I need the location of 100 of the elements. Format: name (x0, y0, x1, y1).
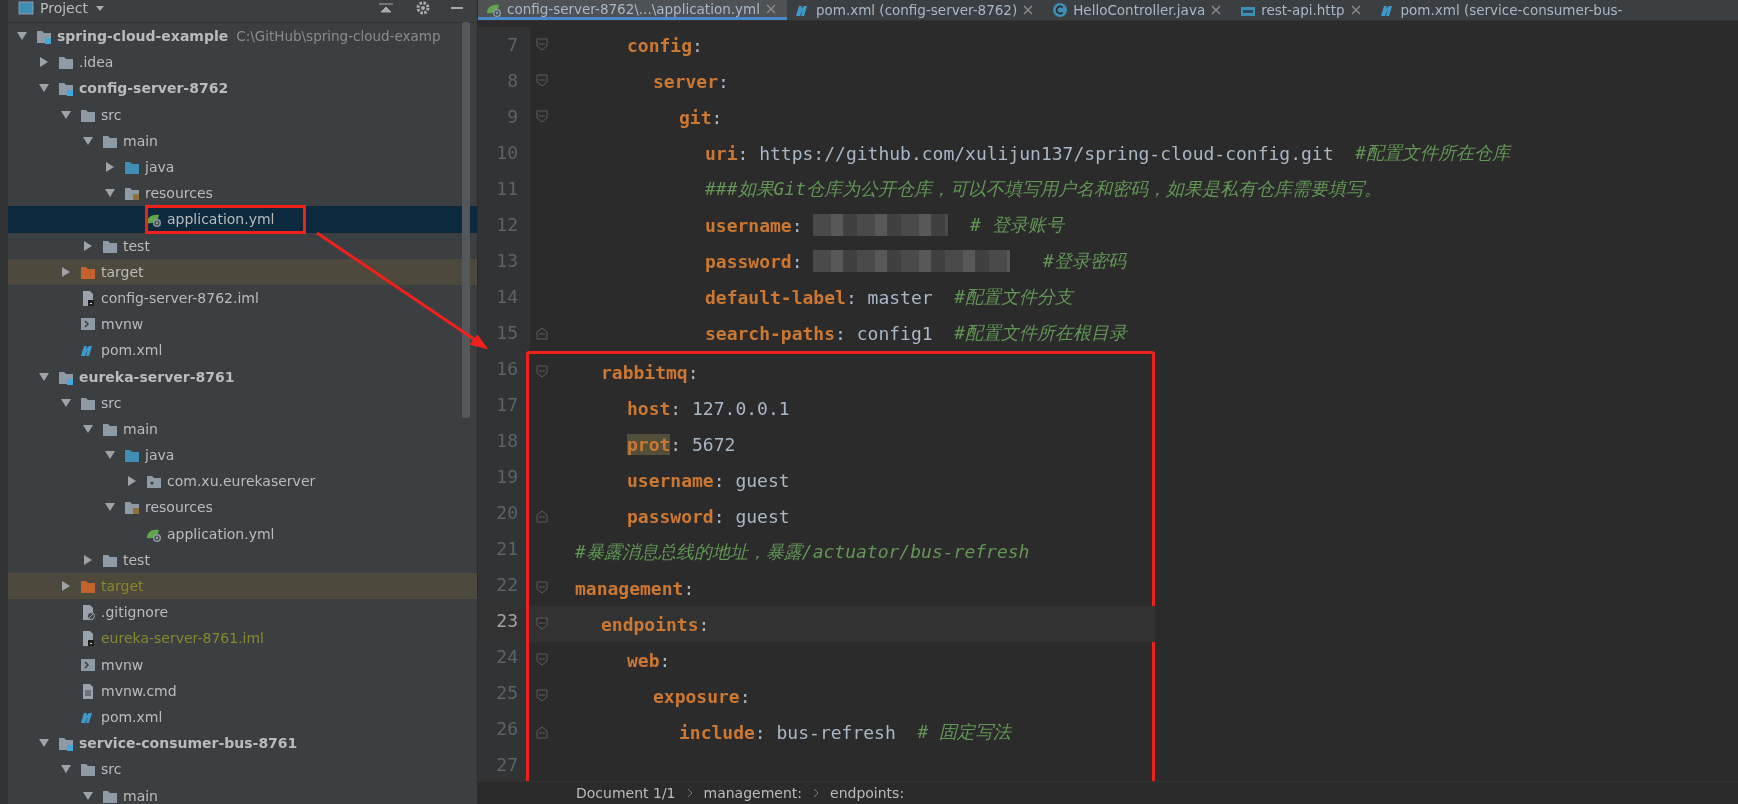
tree-row[interactable]: eureka-server-8761 (8, 363, 477, 390)
tree-row[interactable]: pom.xml (8, 337, 477, 364)
code-text: management: (575, 577, 695, 599)
scrollbar[interactable] (462, 22, 470, 418)
tree-row[interactable]: .gitignore (8, 599, 477, 626)
expanded-arrow-icon[interactable] (82, 789, 94, 802)
project-path: C:\GitHub\spring-cloud-examp (236, 28, 441, 45)
expanded-arrow-icon[interactable] (60, 396, 72, 409)
tree-item[interactable]: application.yml (167, 525, 275, 542)
close-icon[interactable] (1022, 4, 1035, 16)
collapse-icon[interactable] (377, 1, 395, 15)
tree-item[interactable]: config-server-8762 (79, 80, 229, 97)
tree-item[interactable]: eureka-server-8761 (79, 368, 235, 385)
folder-icon (124, 159, 140, 176)
code-text: exposure: (653, 685, 751, 707)
breadcrumb[interactable]: Document 1/1 (576, 785, 676, 801)
close-icon[interactable] (1210, 4, 1223, 16)
expanded-arrow-icon[interactable] (38, 370, 50, 383)
tree-row[interactable]: application.yml (8, 520, 477, 547)
tree-row[interactable]: java (8, 153, 477, 181)
tree-item[interactable]: src (101, 761, 122, 778)
collapsed-arrow-icon[interactable] (104, 161, 116, 174)
close-icon[interactable] (764, 2, 777, 15)
tree-item[interactable]: pom.xml (101, 342, 163, 359)
settings-icon[interactable] (415, 0, 431, 16)
folder-icon (80, 761, 96, 778)
tree-row[interactable]: test (8, 232, 477, 259)
tree-row[interactable]: config-server-8762.iml (8, 284, 477, 312)
tree-item[interactable]: src (101, 106, 122, 123)
tree-row[interactable]: service-consumer-bus-8761 (8, 730, 477, 757)
tree-row[interactable]: main (8, 415, 477, 442)
tree-row[interactable]: main (8, 127, 477, 154)
tree-row[interactable]: eureka-server-8761.iml (8, 625, 477, 652)
tree-row[interactable]: .idea (8, 49, 477, 76)
tree-item[interactable]: test (123, 237, 150, 254)
tree-item[interactable]: java (145, 447, 175, 464)
tree-item[interactable]: mvnw.cmd (101, 682, 177, 699)
tree-row[interactable]: src (8, 756, 477, 783)
expanded-arrow-icon[interactable] (82, 134, 94, 147)
terminal-file-icon (80, 316, 96, 333)
collapsed-arrow-icon[interactable] (60, 265, 72, 278)
expanded-arrow-icon[interactable] (60, 108, 72, 121)
editor-tab[interactable]: HelloController.java (1044, 0, 1233, 20)
code-comment: #暴露消息总线的地址，暴露/actuator/bus-refresh (575, 540, 1030, 564)
tree-item[interactable]: service-consumer-bus-8761 (79, 735, 298, 752)
tree-row[interactable]: target (8, 258, 477, 285)
tree-item[interactable]: eureka-server-8761.iml (101, 630, 264, 647)
breadcrumb[interactable]: management: (703, 785, 802, 801)
tree-item[interactable]: spring-cloud-example (57, 28, 229, 45)
editor-tab[interactable]: pom.xml (config-server-8762) (786, 0, 1045, 20)
code-text: rabbitmq: (601, 361, 699, 383)
code-text: git: (679, 106, 723, 128)
collapsed-arrow-icon[interactable] (82, 239, 94, 252)
editor-tab[interactable]: rest-api.http (1232, 0, 1372, 20)
collapsed-arrow-icon[interactable] (126, 475, 138, 488)
tree-item[interactable]: application.yml (167, 211, 275, 228)
tree-item[interactable]: .gitignore (101, 604, 168, 621)
tree-item[interactable]: target (101, 263, 144, 280)
tree-item[interactable]: mvnw (101, 656, 144, 673)
tree-item[interactable]: com.xu.eurekaserver (167, 473, 316, 490)
tree-item[interactable]: src (101, 394, 122, 411)
collapsed-arrow-icon[interactable] (60, 580, 72, 593)
tree-row[interactable]: pom.xml (8, 703, 477, 731)
panel-title[interactable]: Project (40, 0, 88, 17)
tree-item[interactable]: pom.xml (101, 708, 163, 725)
package-icon (146, 473, 162, 490)
tree-row[interactable]: main (8, 782, 477, 804)
tree-item[interactable]: mvnw (101, 316, 144, 333)
editor-tab[interactable]: config-server-8762\...\application.yml (478, 0, 787, 20)
tree-row[interactable]: config-server-8762 (8, 75, 477, 102)
tree-item[interactable]: config-server-8762.iml (101, 289, 259, 306)
tree-item[interactable]: java (145, 159, 175, 176)
tree-item[interactable]: test (123, 551, 150, 568)
tree-item[interactable]: main (123, 787, 158, 804)
expanded-arrow-icon[interactable] (82, 422, 94, 435)
collapsed-arrow-icon[interactable] (82, 553, 94, 566)
close-icon[interactable] (1349, 4, 1362, 16)
tree-row[interactable]: mvnw (8, 311, 477, 338)
tree-row[interactable]: java (8, 442, 477, 469)
code-text: config: (627, 34, 703, 56)
tree-row[interactable]: src (8, 389, 477, 416)
tree-row[interactable]: resources (8, 180, 477, 207)
tree-row[interactable]: test (8, 546, 477, 573)
tree-row[interactable]: spring-cloud-example C:\GitHub\spring-cloud-examp (8, 23, 477, 50)
tree-item[interactable]: resources (145, 499, 213, 516)
code-text: search-paths: config1 (705, 322, 933, 344)
breadcrumb[interactable]: endpoints: (830, 785, 905, 801)
tree-item[interactable]: main (123, 420, 158, 437)
collapsed-arrow-icon[interactable] (38, 56, 50, 69)
tree-item[interactable]: .idea (79, 54, 114, 71)
tree-row[interactable]: src (8, 101, 477, 128)
code-comment: #登录密码 (1042, 249, 1126, 273)
tree-row[interactable]: mvnw.cmd (8, 677, 477, 704)
tree-row[interactable]: mvnw (8, 651, 477, 678)
tree-row[interactable]: resources (8, 494, 477, 521)
editor-tab[interactable]: pom.xml (service-consumer-bus- (1371, 0, 1633, 20)
tree-item[interactable]: main (123, 132, 158, 149)
selected-tree-row[interactable]: application.yml (8, 206, 477, 233)
tree-item[interactable]: resources (145, 185, 213, 202)
tree-row[interactable]: com.xu.eurekaserver (8, 468, 477, 495)
